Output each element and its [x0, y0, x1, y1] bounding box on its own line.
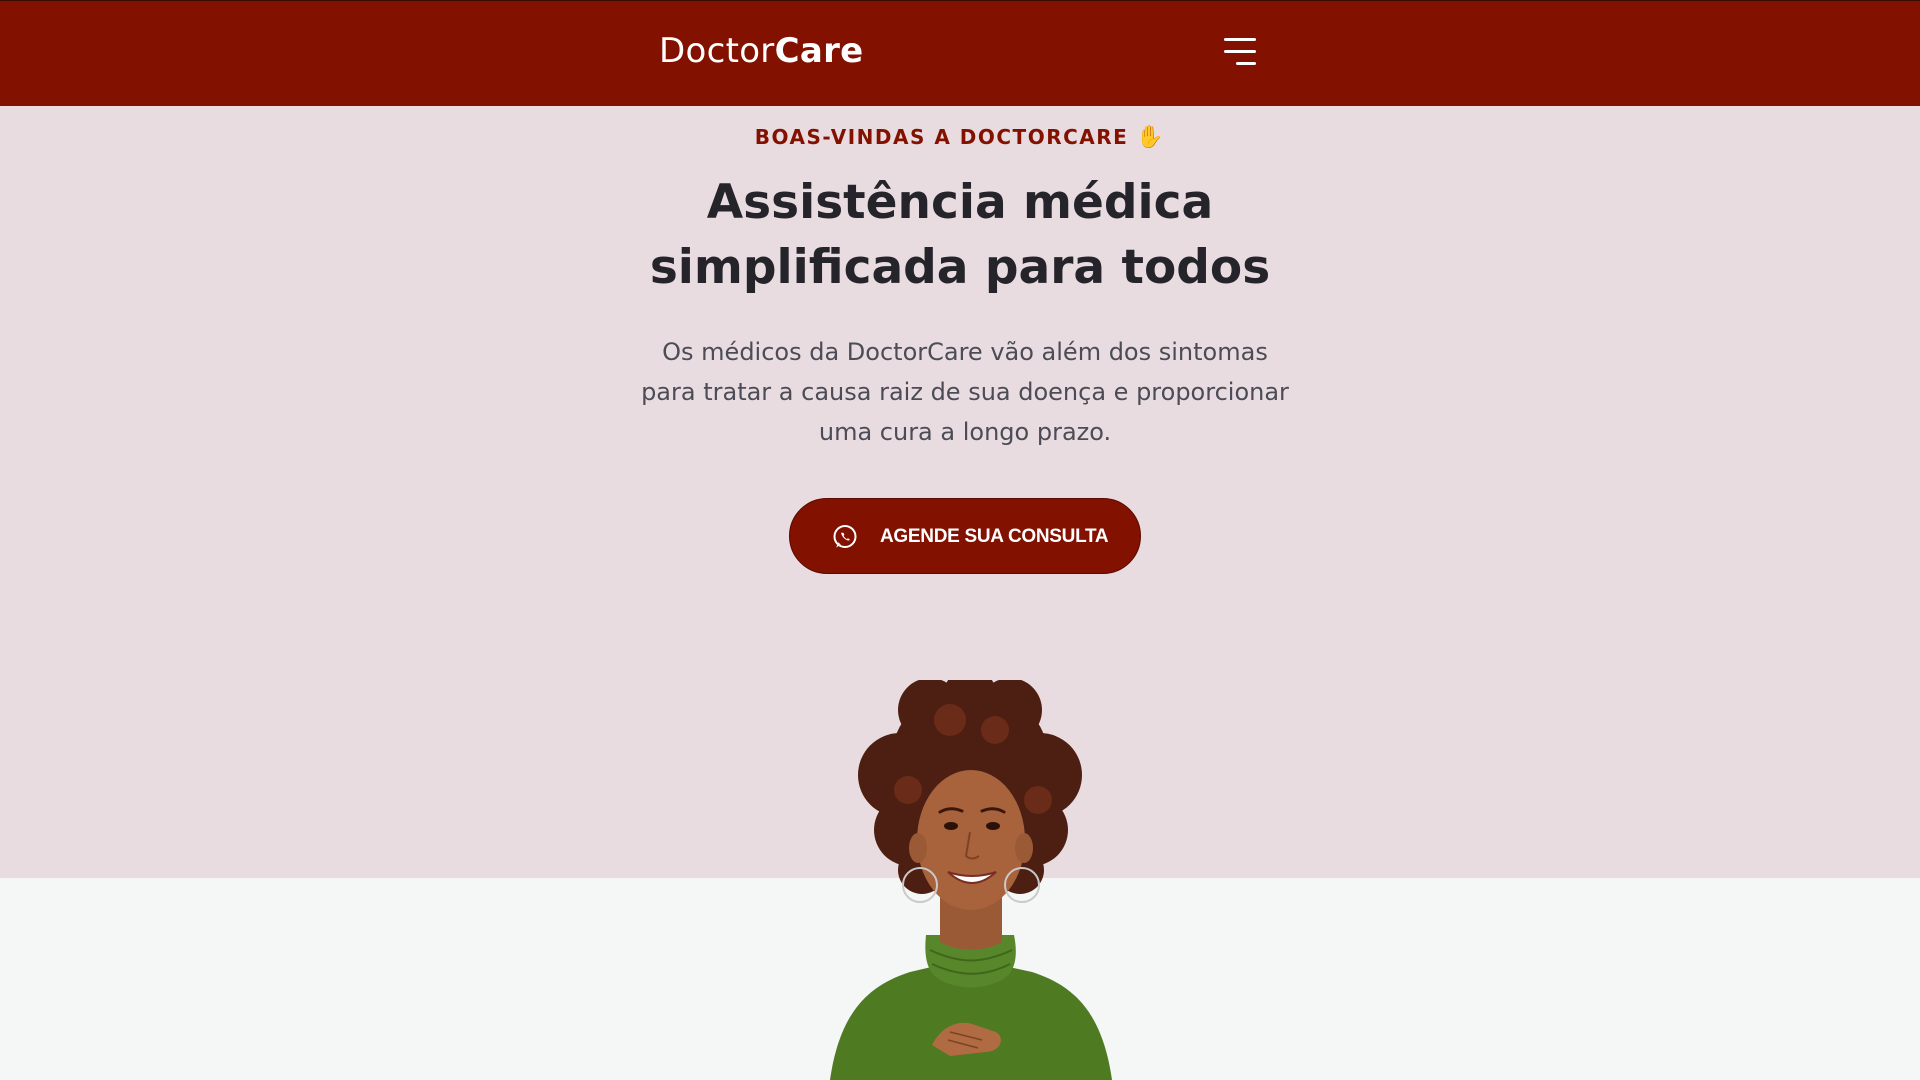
logo[interactable]: DoctorCare [659, 29, 864, 73]
logo-regular: Doctor [659, 31, 775, 71]
hamburger-menu-icon[interactable] [1222, 34, 1256, 70]
hero-subtitle-line: Os médicos da DoctorCare vão além dos si… [662, 338, 1268, 366]
hero-title-line: simplificada para todos [649, 240, 1271, 295]
schedule-appointment-button[interactable]: AGENDE SUA CONSULTA [789, 498, 1141, 574]
hero-eyebrow: BOAS-VINDAS A DOCTORCARE ✋ [0, 118, 1920, 157]
whatsapp-icon [833, 525, 857, 548]
hero-subtitle: Os médicos da DoctorCare vão além dos si… [630, 332, 1300, 452]
menu-line [1236, 62, 1256, 65]
menu-line [1224, 38, 1256, 41]
smiling-woman-portrait [830, 680, 1112, 1080]
logo-bold: Care [774, 31, 864, 71]
hero-subtitle-line: uma cura a longo prazo. [818, 418, 1112, 446]
site-header: DoctorCare [0, 0, 1920, 106]
hero-title: Assistência médica simplificada para tod… [610, 170, 1310, 300]
schedule-appointment-label: AGENDE SUA CONSULTA [880, 526, 1109, 547]
hero-eyebrow-text: BOAS-VINDAS A DOCTORCARE [754, 125, 1129, 149]
hero-title-line: Assistência médica [706, 175, 1214, 230]
menu-line [1224, 50, 1256, 53]
waving-hand-icon: ✋ [1136, 125, 1166, 150]
hero-subtitle-line: para tratar a causa raiz de sua doença e… [641, 378, 1289, 406]
